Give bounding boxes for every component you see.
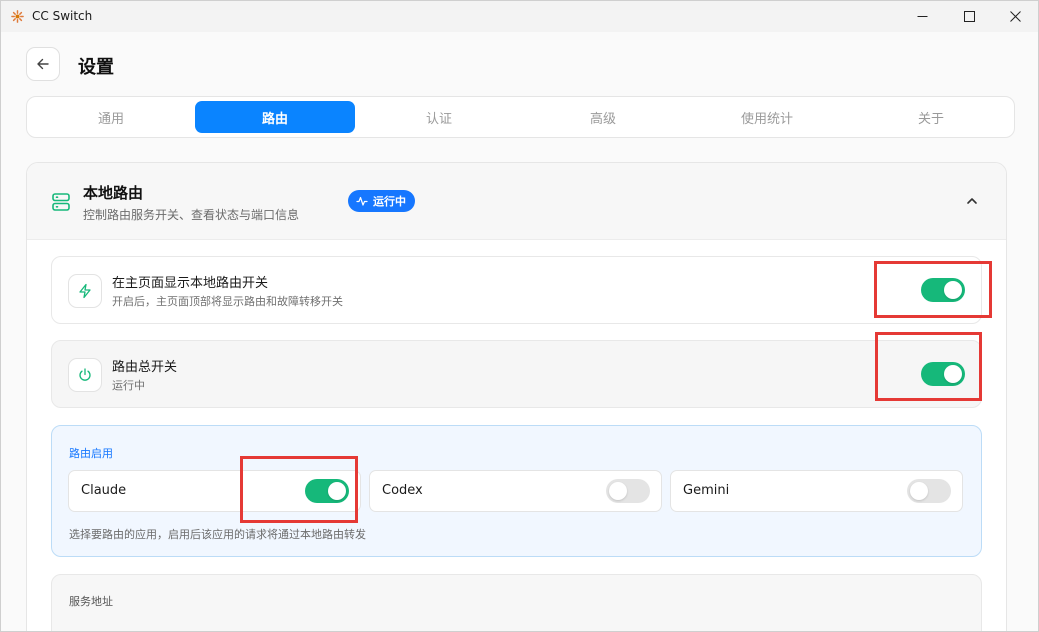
close-icon: [1009, 11, 1021, 22]
app-card-claude: Claude: [68, 470, 361, 512]
toggle-knob: [944, 281, 962, 299]
arrow-left-icon: [37, 58, 49, 70]
claude-route-toggle[interactable]: [305, 479, 349, 503]
route-enable-label: 路由启用: [69, 447, 113, 460]
lightning-icon: [79, 283, 91, 299]
activity-icon: [356, 196, 368, 206]
app-name: Gemini: [683, 483, 730, 498]
app-name: Claude: [81, 483, 127, 498]
route-enable-hint: 选择要路由的应用，启用后该应用的请求将通过本地路由转发: [69, 528, 366, 541]
toggle-knob: [944, 365, 962, 383]
codex-route-toggle[interactable]: [606, 479, 650, 503]
server-icon: [52, 193, 70, 211]
maximize-button[interactable]: [946, 1, 992, 32]
app-card-gemini: Gemini: [670, 470, 963, 512]
tab-general[interactable]: 通用: [31, 101, 191, 133]
section-title: 本地路由: [83, 184, 144, 202]
row-icon-box: [68, 274, 102, 308]
close-button[interactable]: [992, 1, 1038, 32]
window-title: CC Switch: [32, 9, 93, 23]
show-routing-switch-toggle[interactable]: [921, 278, 965, 302]
tab-routing[interactable]: 路由: [195, 101, 355, 133]
toggle-knob: [609, 482, 627, 500]
app-card-codex: Codex: [369, 470, 662, 512]
service-address-label: 服务地址: [69, 595, 113, 608]
toggle-knob: [910, 482, 928, 500]
status-badge: 运行中: [348, 190, 415, 212]
show-routing-switch-row: 在主页面显示本地路由开关 开启后，主页面顶部将显示路由和故障转移开关: [51, 256, 982, 324]
row-description: 开启后，主页面顶部将显示路由和故障转移开关: [112, 295, 343, 308]
service-address-card: 服务地址: [51, 574, 982, 631]
minimize-button[interactable]: [899, 1, 945, 32]
maximize-icon: [963, 11, 975, 22]
gemini-route-toggle[interactable]: [907, 479, 951, 503]
row-description: 运行中: [112, 379, 145, 392]
page-title: 设置: [78, 57, 114, 78]
row-title: 在主页面显示本地路由开关: [112, 276, 269, 291]
row-icon-box: [68, 358, 102, 392]
route-enable-panel: 路由启用 Claude Codex Gemini 选择要路由的应用，启用后该应用…: [51, 425, 982, 557]
app-name: Codex: [382, 483, 423, 498]
tab-advanced[interactable]: 高级: [523, 101, 683, 133]
section-header[interactable]: 本地路由 控制路由服务开关、查看状态与端口信息 运行中: [27, 163, 1006, 240]
routing-master-switch-toggle[interactable]: [921, 362, 965, 386]
tab-auth[interactable]: 认证: [359, 101, 519, 133]
routing-master-switch-row: 路由总开关 运行中: [51, 340, 982, 408]
title-bar: CC Switch: [1, 1, 1038, 32]
settings-tabs: 通用 路由 认证 高级 使用统计 关于: [26, 96, 1015, 138]
section-description: 控制路由服务开关、查看状态与端口信息: [83, 208, 300, 222]
app-logo-icon: [11, 10, 24, 23]
row-title: 路由总开关: [112, 360, 178, 375]
tab-about[interactable]: 关于: [851, 101, 1011, 133]
app-window: CC Switch 设置 通用 路由 认证 高级 使用统计 关于 本地路由 控制…: [0, 0, 1039, 632]
chevron-up-icon[interactable]: [965, 194, 979, 208]
local-routing-section: 本地路由 控制路由服务开关、查看状态与端口信息 运行中 在主页面显示本地路由开关…: [26, 162, 1007, 631]
status-badge-label: 运行中: [373, 195, 406, 208]
tab-usage-stats[interactable]: 使用统计: [687, 101, 847, 133]
toggle-knob: [328, 482, 346, 500]
minimize-icon: [917, 16, 927, 17]
back-button[interactable]: [26, 47, 60, 81]
power-icon: [79, 368, 91, 381]
